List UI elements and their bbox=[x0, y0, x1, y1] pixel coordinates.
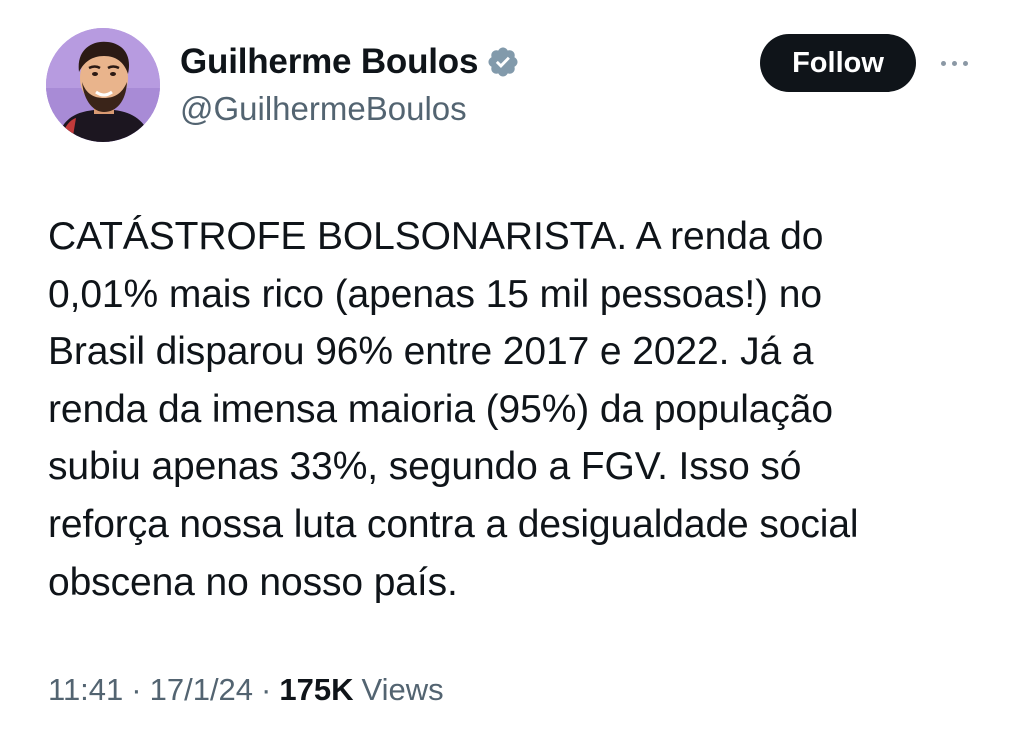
tweet-card: Guilherme Boulos @GuilhermeBoulos Follow… bbox=[0, 0, 1024, 741]
verified-badge-icon bbox=[486, 45, 520, 79]
tweet-text: CATÁSTROFE BOLSONARISTA. A renda do 0,01… bbox=[48, 215, 859, 604]
tweet-meta: 11:41 · 17/1/24 · 175K Views bbox=[48, 672, 444, 708]
meta-separator: · bbox=[131, 672, 142, 707]
profile-photo-avatar bbox=[46, 28, 160, 142]
name-row: Guilherme Boulos bbox=[180, 40, 520, 84]
handle[interactable]: @GuilhermeBoulos bbox=[180, 90, 520, 128]
views-count[interactable]: 175K bbox=[279, 672, 353, 708]
views-label[interactable]: Views bbox=[361, 672, 443, 708]
author-block: Guilherme Boulos @GuilhermeBoulos bbox=[180, 40, 520, 128]
display-name[interactable]: Guilherme Boulos bbox=[180, 42, 478, 82]
follow-button[interactable]: Follow bbox=[760, 34, 916, 92]
more-options-icon[interactable] bbox=[932, 46, 976, 80]
meta-separator: · bbox=[261, 672, 272, 707]
tweet-time[interactable]: 11:41 bbox=[48, 672, 123, 708]
tweet-date[interactable]: 17/1/24 bbox=[150, 672, 253, 708]
avatar[interactable] bbox=[46, 28, 160, 142]
